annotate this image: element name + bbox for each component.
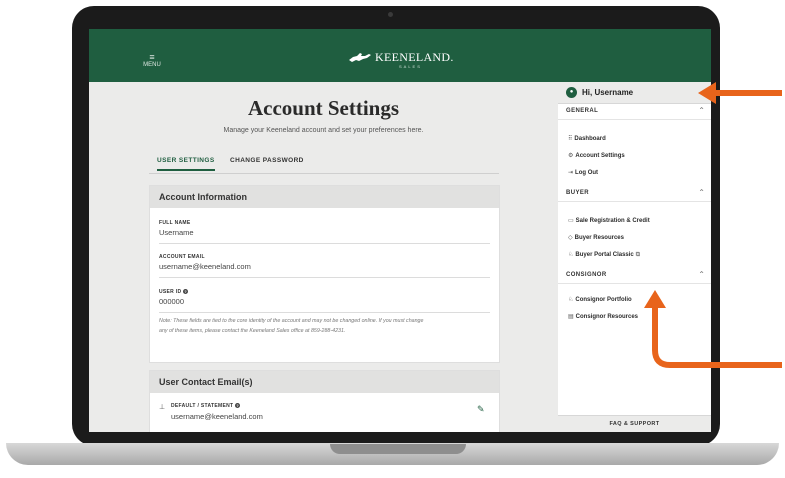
annotation-arrows [644,82,782,368]
arrow-to-greeting [698,82,782,104]
arrow-to-consignor-section [644,290,782,368]
